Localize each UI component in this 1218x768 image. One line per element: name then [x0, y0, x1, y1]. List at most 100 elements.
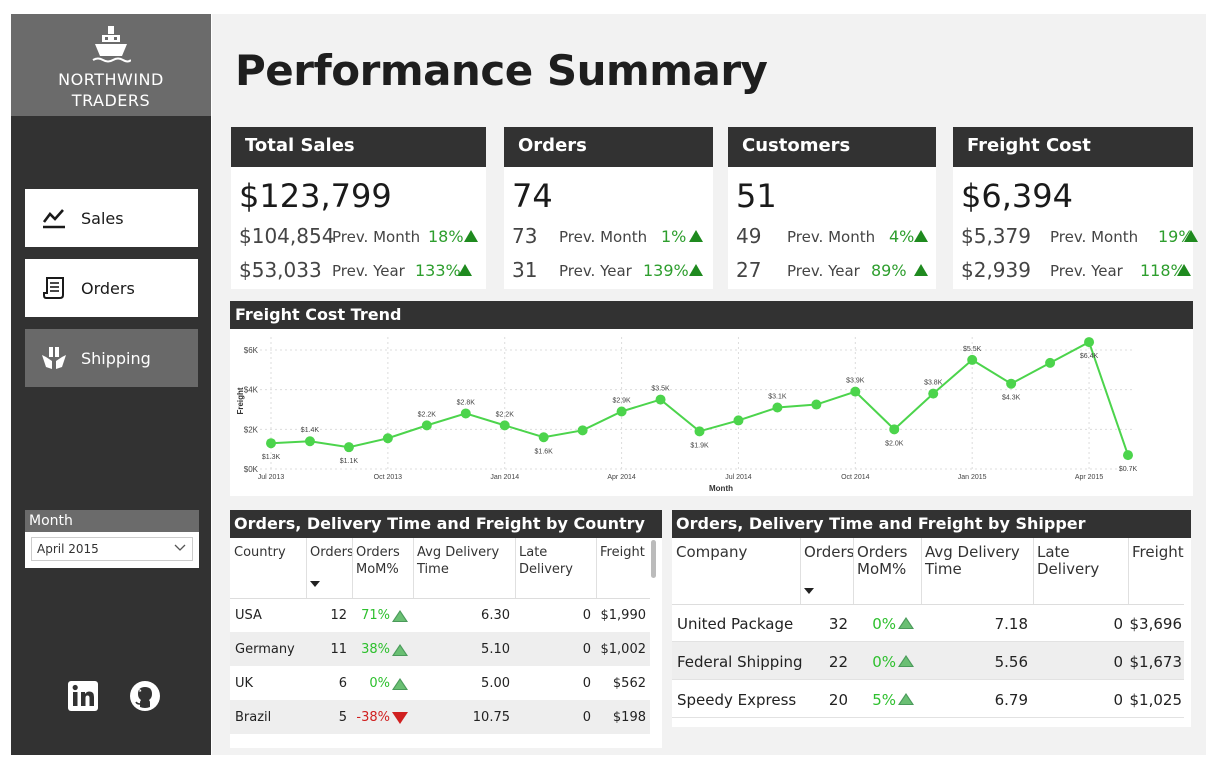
data-point: [382, 433, 393, 444]
table-row[interactable]: Brazil 5 -38% 10.75 0 $198: [230, 700, 650, 734]
kpi-prev-year-row: $2,939 Prev. Year 118%: [961, 258, 1191, 282]
column-header[interactable]: Orders: [804, 544, 854, 561]
x-tick-label: Jan 2014: [490, 474, 519, 481]
month-dropdown[interactable]: April 2015: [31, 537, 193, 561]
column-divider: [413, 538, 414, 598]
kpi-prev-year-label: Prev. Year: [1050, 262, 1123, 280]
linkedin-icon[interactable]: [67, 680, 99, 712]
data-label: $1.6K: [535, 448, 554, 455]
nav-sales-button[interactable]: Sales: [25, 189, 198, 247]
cell-avg-delivery: 10.75: [472, 710, 510, 725]
column-divider: [515, 538, 516, 598]
freight-cost-line-chart: $0K $2K $4K $6K Jul 2013 Oct 2013 Jan 2014 Apr …: [236, 337, 1137, 493]
column-header[interactable]: Late Delivery: [1037, 544, 1126, 578]
x-axis-title: Month: [709, 484, 733, 493]
kpi-prev-year-label: Prev. Year: [787, 262, 860, 280]
cell-name: Brazil: [235, 710, 272, 725]
column-divider: [1033, 538, 1034, 604]
x-tick-label: Oct 2013: [374, 474, 403, 481]
cell-late-delivery: 0: [582, 676, 591, 691]
data-point: [538, 432, 549, 443]
column-header[interactable]: Orders MoM%: [356, 544, 411, 578]
main-content: Performance Summary Total Sales $123,799 $…: [212, 14, 1206, 755]
y-tick-label: $0K: [244, 465, 259, 474]
data-label: $6.4K: [1080, 353, 1099, 360]
table-row[interactable]: United Package 32 0% 7.18 0 $3,696: [672, 604, 1184, 642]
table-row[interactable]: USA 12 71% 6.30 0 $1,990: [230, 598, 650, 632]
kpi-title: Freight Cost: [953, 127, 1193, 167]
data-point: [733, 415, 744, 426]
table-row[interactable]: UK 6 0% 5.00 0 $562: [230, 666, 650, 700]
sidebar: NORTHWIND TRADERS Sales Orders Shipping …: [11, 14, 211, 755]
cell-orders: 22: [828, 653, 848, 671]
data-label: $2.2K: [418, 411, 437, 418]
x-tick-label: Jul 2014: [725, 474, 752, 481]
cell-orders-mom: 38%: [361, 642, 390, 657]
cell-avg-delivery: 5.00: [481, 676, 510, 691]
data-point: [499, 420, 510, 431]
sort-descending-icon[interactable]: [804, 588, 814, 594]
kpi-value: $123,799: [239, 177, 392, 215]
data-label: $2.0K: [885, 440, 904, 447]
cell-freight: $1,025: [1129, 691, 1183, 709]
kpi-prev-month-label: Prev. Month: [787, 228, 876, 246]
kpi-prev-year-value: $53,033: [239, 258, 322, 282]
kpi-card: Customers 51 49 Prev. Month 4% 27 Prev. Year 89…: [728, 127, 936, 289]
github-icon[interactable]: [129, 680, 161, 712]
table-scrollbar[interactable]: [651, 540, 656, 578]
cell-orders: 6: [338, 676, 347, 691]
kpi-prev-month-pct: 18%: [428, 227, 464, 246]
column-header[interactable]: Company: [676, 544, 798, 561]
box-hands-icon: [39, 343, 69, 373]
country-table: Country Orders Orders MoM% Avg Delivery Tim…: [230, 538, 662, 748]
column-header[interactable]: Country: [234, 544, 304, 561]
up-triangle-icon: [392, 678, 408, 690]
nav-orders-label: Orders: [81, 278, 135, 298]
up-triangle-icon: [689, 264, 703, 276]
x-tick-label: Apr 2014: [607, 474, 636, 481]
kpi-prev-month-value: 49: [736, 224, 762, 248]
y-tick-label: $6K: [244, 346, 259, 355]
kpi-prev-month-row: 73 Prev. Month 1%: [512, 224, 705, 248]
column-header[interactable]: Freight: [600, 544, 648, 561]
cell-orders: 5: [338, 710, 347, 725]
month-slicer-body: April 2015: [25, 532, 199, 568]
data-label: $4.3K: [1002, 395, 1021, 402]
cell-orders-mom: 0%: [872, 653, 896, 671]
kpi-prev-year-label: Prev. Year: [559, 262, 632, 280]
month-selected-value: April 2015: [37, 542, 99, 556]
nav-shipping-button[interactable]: Shipping: [25, 329, 198, 387]
kpi-prev-month-label: Prev. Month: [332, 228, 421, 246]
kpi-prev-month-value: $104,854: [239, 224, 335, 248]
column-header[interactable]: Avg Delivery Time: [925, 544, 1031, 578]
column-divider: [1128, 538, 1129, 604]
table-row[interactable]: Germany 11 38% 5.10 0 $1,002: [230, 632, 650, 666]
column-header[interactable]: Avg Delivery Time: [417, 544, 513, 578]
sort-descending-icon[interactable]: [310, 581, 320, 587]
nav-orders-button[interactable]: Orders: [25, 259, 198, 317]
cell-late-delivery: 0: [1113, 653, 1123, 671]
ship-icon: [92, 26, 131, 63]
kpi-prev-year-label: Prev. Year: [332, 262, 405, 280]
page-title: Performance Summary: [235, 46, 768, 95]
table-row[interactable]: Speedy Express 20 5% 6.79 0 $1,025: [672, 680, 1184, 718]
column-header[interactable]: Freight: [1132, 544, 1184, 561]
kpi-card: Freight Cost $6,394 $5,379 Prev. Month 19% $2…: [953, 127, 1198, 289]
shipper-table-panel: Orders, Delivery Time and Freight by Shi…: [672, 510, 1191, 727]
down-triangle-icon: [392, 712, 408, 724]
table-row[interactable]: Federal Shipping 22 0% 5.56 0 $1,673: [672, 642, 1184, 680]
freight-cost-trend-panel: Freight Cost Trend $0K $2K $4K $6K Jul 2013 O…: [230, 301, 1193, 496]
freight-series-line: [270, 340, 1129, 456]
data-point: [811, 399, 822, 410]
cell-orders-mom: 71%: [361, 608, 390, 623]
column-header[interactable]: Orders MoM%: [857, 544, 919, 578]
y-tick-label: $4K: [244, 386, 259, 395]
up-triangle-icon: [914, 264, 928, 276]
up-triangle-icon: [464, 230, 478, 242]
column-header[interactable]: Orders: [310, 544, 354, 561]
kpi-value: 74: [512, 177, 553, 215]
kpi-title: Orders: [504, 127, 713, 167]
column-header[interactable]: Late Delivery: [519, 544, 594, 578]
cell-freight: $1,673: [1129, 653, 1183, 671]
kpi-prev-month-value: 73: [512, 224, 538, 248]
